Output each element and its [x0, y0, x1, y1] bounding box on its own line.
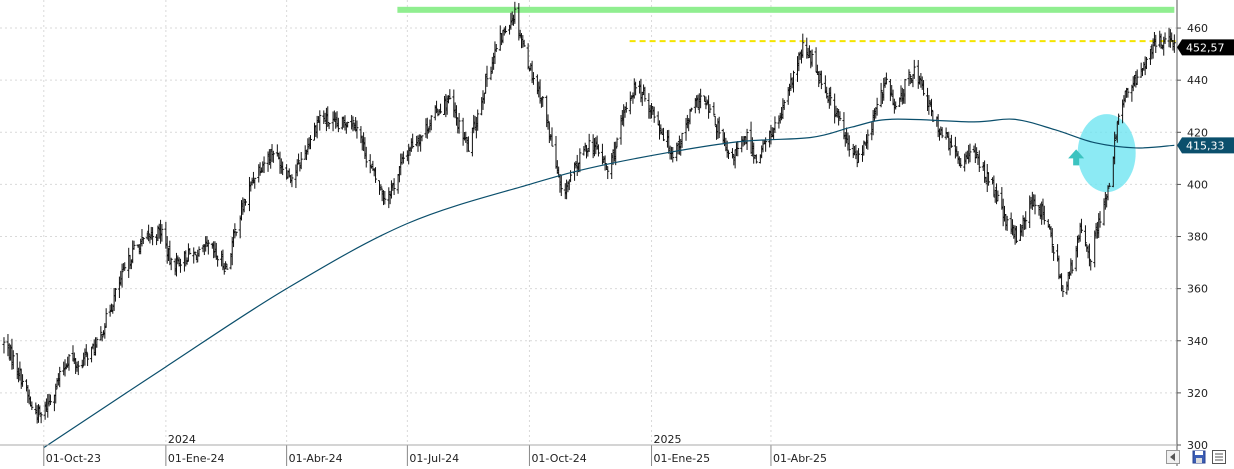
moving-average-value-label: 415,33: [1177, 137, 1234, 154]
moving-average-value-label-text: 415,33: [1186, 139, 1225, 152]
x-tick-label: 01-Jul-24: [409, 452, 459, 465]
last-price-label-text: 452,57: [1186, 41, 1225, 54]
y-tick-label: 360: [1187, 283, 1208, 296]
year-label: 2025: [654, 433, 682, 446]
y-tick-label: 460: [1187, 22, 1208, 35]
highlight-ellipse: [1077, 114, 1136, 193]
x-tick-label: 01-Oct-24: [531, 452, 586, 465]
year-label: 2024: [168, 433, 196, 446]
x-tick-label: 01-Ene-24: [168, 452, 225, 465]
y-tick-label: 380: [1187, 231, 1208, 244]
scroll-left-icon[interactable]: [1166, 450, 1180, 464]
y-tick-label: 340: [1187, 335, 1208, 348]
properties-icon[interactable]: [1212, 450, 1226, 464]
last-price-label: 452,57: [1177, 39, 1234, 56]
price-chart[interactable]: 30032034036038040042044046001-Oct-23 01-E…: [0, 0, 1234, 466]
x-tick-label: 01-Oct-23: [46, 452, 101, 465]
x-tick-label: 01-Abr-24: [289, 452, 343, 465]
save-icon[interactable]: [1192, 450, 1206, 464]
x-tick-label: 01-Ene-25: [654, 452, 711, 465]
y-tick-label: 400: [1187, 178, 1208, 191]
resistance-line-green: [397, 6, 1175, 13]
chart-background: [0, 0, 1234, 466]
x-tick-label: 01-Abr-25: [773, 452, 827, 465]
y-tick-label: 320: [1187, 387, 1208, 400]
y-tick-label: 440: [1187, 74, 1208, 87]
